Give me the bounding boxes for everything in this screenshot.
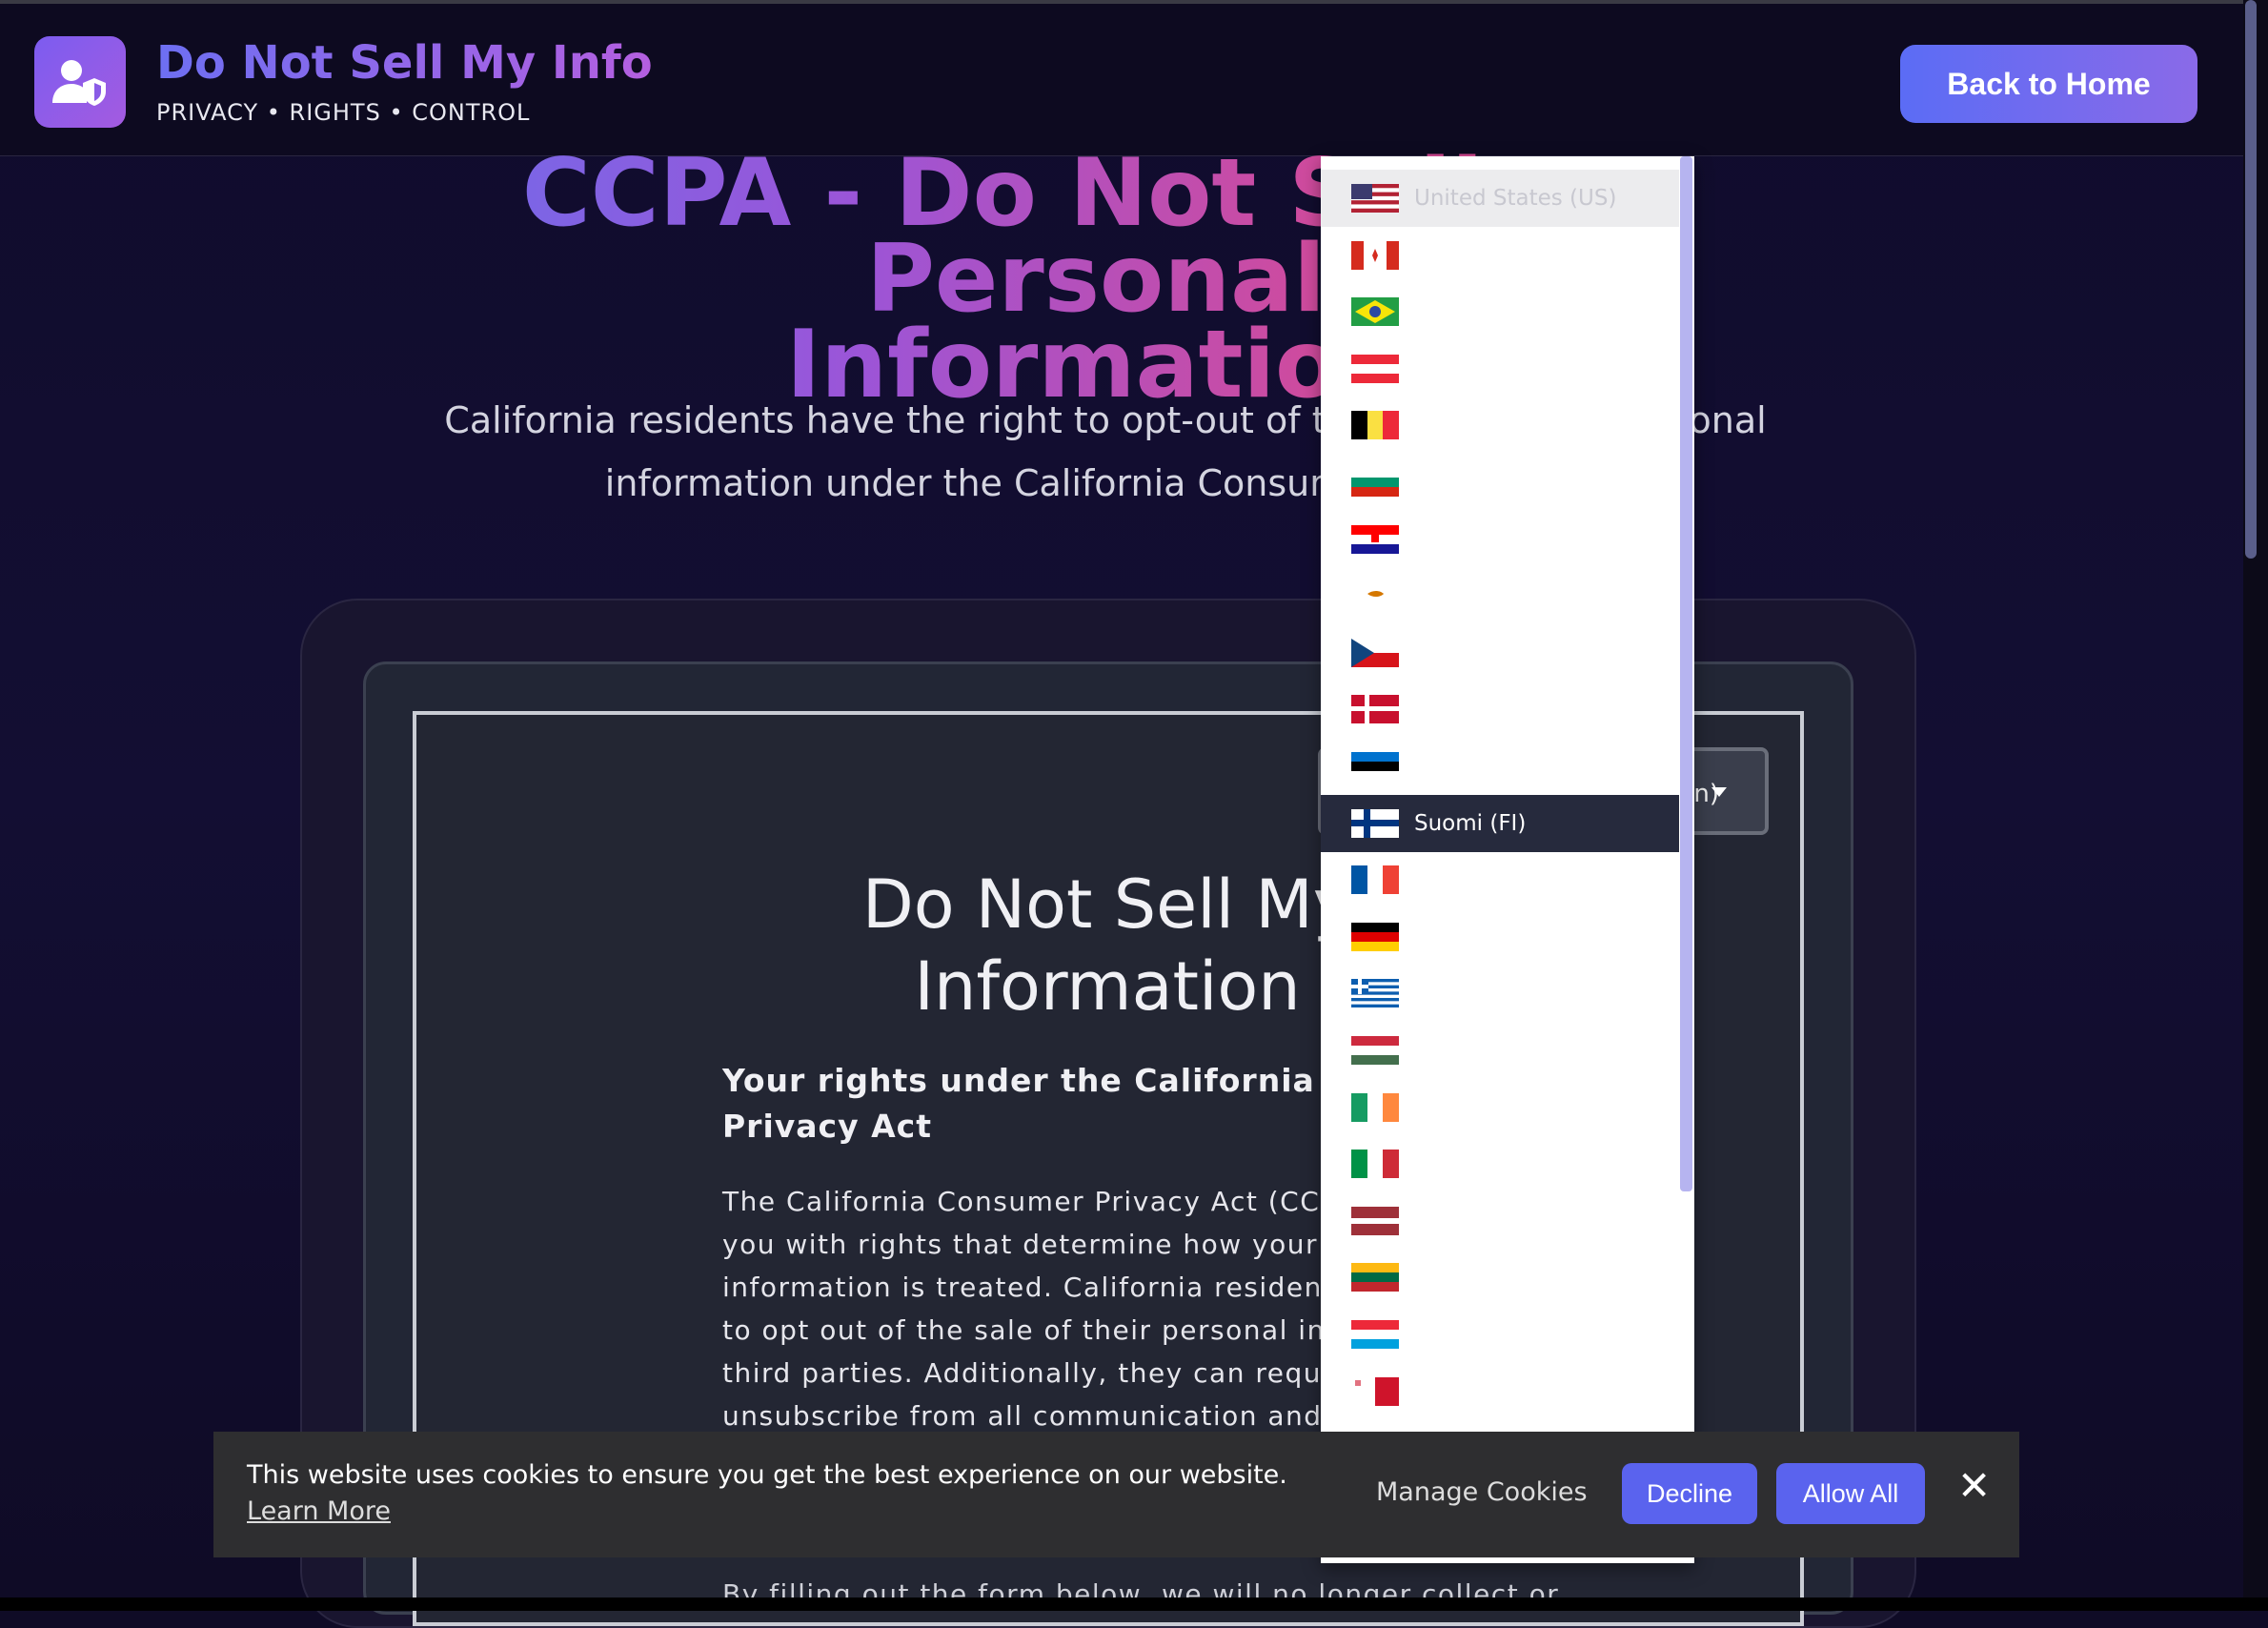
language-option-lt[interactable] [1321, 1249, 1679, 1306]
cy-flag-icon [1351, 581, 1399, 611]
cookie-message: This website uses cookies to ensure you … [247, 1460, 1287, 1490]
language-option-cz[interactable] [1321, 624, 1679, 682]
it-flag-icon [1351, 1150, 1399, 1179]
back-to-home-button[interactable]: Back to Home [1900, 45, 2197, 123]
mt-flag-icon [1351, 1376, 1399, 1406]
ca-flag-icon [1351, 240, 1399, 270]
ie-flag-icon [1351, 1092, 1399, 1122]
language-option-ie[interactable] [1321, 1079, 1679, 1136]
user-shield-icon [52, 60, 106, 106]
page-scrollbar-thumb[interactable] [2245, 0, 2257, 559]
logo[interactable] [34, 36, 126, 128]
chevron-down-icon [1711, 787, 1727, 797]
close-icon[interactable]: ✕ [1957, 1466, 1991, 1506]
lv-flag-icon [1351, 1206, 1399, 1235]
window-bottom-edge [0, 1597, 2268, 1611]
language-option-cy[interactable] [1321, 567, 1679, 624]
language-option-us[interactable]: United States (US) [1321, 170, 1679, 227]
learn-more-link[interactable]: Learn More [247, 1496, 391, 1526]
fi-flag-icon [1351, 808, 1399, 838]
lt-flag-icon [1351, 1263, 1399, 1292]
cookie-banner: This website uses cookies to ensure you … [213, 1432, 2019, 1557]
language-option-label: United States (US) [1414, 186, 1617, 211]
br-flag-icon [1351, 297, 1399, 327]
dk-flag-icon [1351, 695, 1399, 724]
language-option-hu[interactable] [1321, 1022, 1679, 1079]
fr-flag-icon [1351, 865, 1399, 895]
de-flag-icon [1351, 922, 1399, 951]
language-option-ca[interactable] [1321, 227, 1679, 284]
allow-all-button[interactable]: Allow All [1776, 1463, 1925, 1524]
language-option-lv[interactable] [1321, 1192, 1679, 1250]
language-option-br[interactable] [1321, 283, 1679, 340]
language-option-dk[interactable] [1321, 681, 1679, 738]
language-dropdown-list[interactable]: Suomi (FI) United States (US) [1321, 156, 1694, 1563]
hr-flag-icon [1351, 524, 1399, 554]
language-option-fr[interactable] [1321, 851, 1679, 908]
hu-flag-icon [1351, 1036, 1399, 1065]
language-option-bg[interactable] [1321, 454, 1679, 511]
cz-flag-icon [1351, 638, 1399, 667]
manage-cookies-link[interactable]: Manage Cookies [1376, 1477, 1588, 1507]
brand-title[interactable]: Do Not Sell My Info [156, 36, 653, 90]
language-option-mt[interactable] [1321, 1363, 1679, 1420]
language-option-de[interactable] [1321, 908, 1679, 966]
at-flag-icon [1351, 354, 1399, 383]
language-option-at[interactable] [1321, 340, 1679, 397]
brand-subtitle: PRIVACY • RIGHTS • CONTROL [156, 99, 531, 126]
site-header: Do Not Sell My Info PRIVACY • RIGHTS • C… [0, 0, 2243, 156]
be-flag-icon [1351, 411, 1399, 440]
language-option-be[interactable] [1321, 397, 1679, 454]
gr-flag-icon [1351, 979, 1399, 1008]
language-option-fi[interactable]: Suomi (FI) [1321, 794, 1679, 852]
language-option-ee[interactable] [1321, 738, 1679, 795]
lu-flag-icon [1351, 1320, 1399, 1349]
decline-button[interactable]: Decline [1622, 1463, 1757, 1524]
ee-flag-icon [1351, 752, 1399, 781]
language-option-gr[interactable] [1321, 965, 1679, 1022]
us-flag-icon [1351, 184, 1399, 213]
language-option-it[interactable] [1321, 1135, 1679, 1192]
language-option-lu[interactable] [1321, 1306, 1679, 1363]
language-option-label: Suomi (FI) [1414, 810, 1527, 836]
dropdown-scrollbar-thumb[interactable] [1680, 156, 1692, 1191]
language-option-hr[interactable] [1321, 511, 1679, 568]
bg-flag-icon [1351, 468, 1399, 497]
